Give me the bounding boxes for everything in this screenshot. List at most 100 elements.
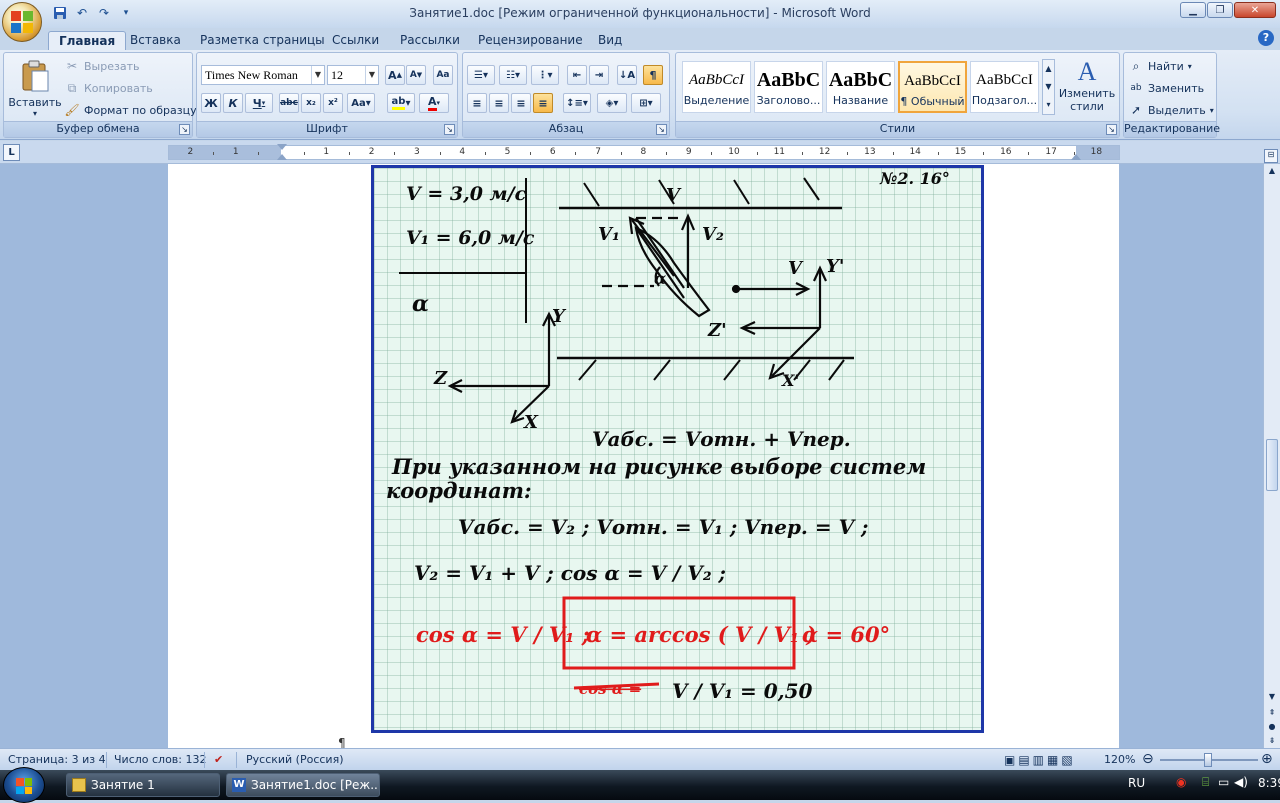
restore-button[interactable]: ❐ [1207,2,1233,18]
zoom-slider[interactable] [1160,753,1258,767]
superscript-icon[interactable]: x² [323,93,343,113]
style-title[interactable]: AaBbC Название [826,61,895,113]
change-styles-label: Изменить стили [1058,87,1116,113]
align-center-icon[interactable]: ≡ [489,93,509,113]
zoom-level[interactable]: 120% [1104,753,1135,766]
start-button[interactable] [3,767,45,803]
align-right-icon[interactable]: ≡ [511,93,531,113]
paste-button[interactable]: Вставить ▾ [8,57,62,121]
multilevel-list-icon[interactable]: ⋮▾ [531,65,559,85]
select-browse-object-icon[interactable]: ● [1265,720,1279,734]
italic-icon[interactable]: К [223,93,243,113]
increase-indent-icon[interactable]: ⇥ [589,65,609,85]
label-alpha: α [654,269,666,288]
style-subtitle[interactable]: AaBbCcI Подзагол... [970,61,1039,113]
ruler-label: 11 [773,147,786,157]
cut-button[interactable]: ✂ Вырезать [64,56,140,76]
right-indent-marker-icon[interactable] [1071,154,1081,160]
underline-icon[interactable]: Ч ▾ [245,93,273,113]
eq-sum: V₂ = V₁ + V ; cos α = V / V₂ ; [414,561,726,585]
style-emphasis[interactable]: AaBbCcI Выделение [682,61,751,113]
tab-home[interactable]: Главная [48,31,127,50]
highlight-icon[interactable]: ab ▾ [387,93,415,113]
network-icon[interactable]: ⌸ [1202,775,1209,790]
shading-icon[interactable]: ◈▾ [597,93,627,113]
zoom-slider-thumb[interactable] [1204,753,1212,767]
shrink-font-icon[interactable]: A ▼ [406,65,426,85]
numbering-icon[interactable]: ☷▾ [499,65,527,85]
tab-page-layout[interactable]: Разметка страницы [190,31,335,50]
bullets-icon[interactable]: ☰▾ [467,65,495,85]
find-button[interactable]: ⌕ Найти ▾ [1128,56,1192,76]
minimize-button[interactable]: ▁ [1180,2,1206,18]
tab-insert[interactable]: Вставка [120,31,191,50]
ruler-tick [303,152,305,155]
volume-icon[interactable]: ◀) [1234,775,1248,789]
prev-page-icon[interactable]: ⇞ [1265,706,1279,720]
borders-icon[interactable]: ⊞▾ [631,93,661,113]
paragraph-group-title: Абзац [463,121,669,137]
font-name-combo[interactable]: Times New Roman ▼ [201,65,325,85]
change-styles-button[interactable]: A Изменить стили [1058,57,1116,121]
format-painter-button[interactable]: 🖌 Формат по образцу [64,100,196,120]
tab-view[interactable]: Вид [588,31,632,50]
horizontal-ruler[interactable]: 2 1 1 2 3 4 5 6 7 8 9 10 11 12 13 14 15 16 17 18 [168,144,1120,160]
vertical-scrollbar[interactable]: ▲ ▼ ⇞ ● ⇟ [1263,164,1280,748]
replace-button[interactable]: ab Заменить [1128,78,1204,98]
spellcheck-icon[interactable]: ✔ [214,753,223,766]
strikethrough-icon[interactable]: abc [279,93,299,113]
select-button[interactable]: ➚ Выделить ▾ [1128,100,1214,120]
ruler-tick [756,152,758,155]
clipboard-launcher-icon[interactable]: ↘ [179,124,190,135]
zoom-in-icon[interactable]: ⊕ [1261,751,1273,767]
subscript-icon[interactable]: x₂ [301,93,321,113]
font-color-icon[interactable]: A ▾ [419,93,449,113]
scanned-handwritten-image[interactable]: №2. 16° V = 3,0 м/с V₁ = 6,0 м/с α V V₁ … [371,165,984,733]
taskbar-item-word[interactable]: W Занятие1.doc [Реж... [226,773,380,797]
page-count[interactable]: Страница: 3 из 4 [8,753,106,766]
tab-stop-selector[interactable]: L [3,144,20,161]
scroll-thumb[interactable] [1266,439,1278,491]
font-launcher-icon[interactable]: ↘ [444,124,455,135]
sort-icon[interactable]: ↓A [617,65,637,85]
ruler-tick [801,152,803,155]
styles-scroll[interactable]: ▲ ▼ ▾ [1042,59,1055,115]
scroll-up-icon[interactable]: ▲ [1265,164,1279,178]
close-button[interactable]: ✕ [1234,2,1276,18]
scroll-down-icon[interactable]: ▼ [1265,690,1279,704]
grow-font-icon[interactable]: A ▲ [385,65,405,85]
paragraph-launcher-icon[interactable]: ↘ [656,124,667,135]
font-size-combo[interactable]: 12 ▼ [327,65,379,85]
indent-marker-icon[interactable] [277,154,287,160]
style-normal[interactable]: AaBbCcI ¶ Обычный [898,61,967,113]
show-formatting-icon[interactable]: ¶ [643,65,663,85]
copy-button[interactable]: ⧉ Копировать [64,78,153,98]
view-ruler-icon[interactable]: ⊟ [1264,149,1278,163]
line-spacing-icon[interactable]: ↕≡▾ [563,93,591,113]
word-count[interactable]: Число слов: 132 [114,753,207,766]
decrease-indent-icon[interactable]: ⇤ [567,65,587,85]
clear-format-icon[interactable]: Aa [433,65,453,85]
indent-marker-icon[interactable] [277,144,287,150]
align-left-icon[interactable]: ≡ [467,93,487,113]
justify-icon[interactable]: ≡ [533,93,553,113]
language-indicator[interactable]: RU [1128,776,1145,790]
change-case-icon[interactable]: Aa▾ [347,93,375,113]
zoom-out-icon[interactable]: ⊖ [1142,751,1154,767]
antivirus-icon[interactable]: ◉ [1176,775,1186,789]
clock[interactable]: 8:39 [1258,776,1280,790]
view-buttons[interactable]: ▣▤▥▦▧ [1004,753,1076,767]
ruler-left-margin [169,146,281,159]
tab-mailings[interactable]: Рассылки [390,31,470,50]
taskbar-item-folder[interactable]: Занятие 1 [66,773,220,797]
office-button[interactable] [2,2,42,42]
bold-icon[interactable]: Ж [201,93,221,113]
display-icon[interactable]: ▭ [1218,775,1229,789]
style-heading[interactable]: AaBbC Заголово... [754,61,823,113]
help-icon[interactable]: ? [1258,30,1274,46]
language-status[interactable]: Русский (Россия) [246,753,344,766]
next-page-icon[interactable]: ⇟ [1265,734,1279,748]
tab-review[interactable]: Рецензирование [468,31,593,50]
tab-references[interactable]: Ссылки [322,31,389,50]
styles-launcher-icon[interactable]: ↘ [1106,124,1117,135]
